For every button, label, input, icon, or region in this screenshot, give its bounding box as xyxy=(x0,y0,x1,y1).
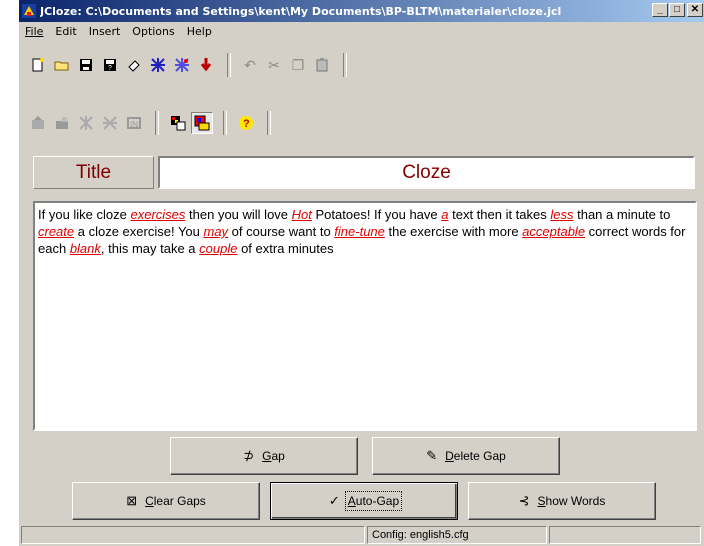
clear-gaps-button[interactable]: ⊠ Clear Gaps xyxy=(72,482,260,520)
menu-bar: File Edit Insert Options Help xyxy=(19,22,704,41)
magic-wand-icon: ✓ xyxy=(328,493,340,508)
auto-gap-button[interactable]: ✓ Auto-Gap xyxy=(270,482,458,520)
text-segment: If you like cloze xyxy=(38,207,131,222)
text-segment: then you will love xyxy=(185,207,292,222)
eraser-pencil-icon: ✎ xyxy=(426,448,438,463)
menu-help[interactable]: Help xyxy=(181,25,218,38)
toolbar-separator xyxy=(223,111,227,135)
title-bar[interactable]: JCloze: C:\Documents and Settings\kent\M… xyxy=(19,0,704,22)
menu-file[interactable]: File xyxy=(19,25,49,38)
status-panel-config: Config: english5.cfg xyxy=(367,526,547,544)
text-segment: the exercise with more xyxy=(384,224,523,239)
screen-icon[interactable] xyxy=(191,112,213,134)
cloze-text-editor[interactable]: If you like cloze exercises then you wil… xyxy=(33,201,697,431)
config-icon[interactable] xyxy=(167,112,189,134)
open-folder-icon[interactable] xyxy=(51,54,73,76)
toolbar-separator xyxy=(343,53,347,77)
text-segment: than a minute to xyxy=(573,207,671,222)
gap-word[interactable]: blank xyxy=(70,241,101,256)
show-words-button-label: Show Words xyxy=(537,494,606,508)
gap-icon: ⊅ xyxy=(243,448,255,463)
toolbar-separator xyxy=(155,111,159,135)
menu-options[interactable]: Options xyxy=(126,25,180,38)
gap-word[interactable]: couple xyxy=(199,241,237,256)
close-button[interactable]: ✕ xyxy=(687,3,703,17)
svg-text:?: ? xyxy=(108,65,112,72)
clear-gaps-button-label: Clear Gaps xyxy=(145,494,206,508)
menu-file-mnemonic: File xyxy=(25,25,44,38)
delete-gap-button-label: Delete Gap xyxy=(445,449,506,463)
gap-button-label: Gap xyxy=(262,449,285,463)
cut-icon[interactable]: ✂ xyxy=(263,54,285,76)
gap-word[interactable]: acceptable xyxy=(522,224,585,239)
gap-word[interactable]: less xyxy=(550,207,573,222)
status-bar: Config: english5.cfg xyxy=(19,526,704,546)
text-segment: of extra minutes xyxy=(237,241,334,256)
save-icon[interactable] xyxy=(75,54,97,76)
gap-tool-icon[interactable] xyxy=(27,112,49,134)
hint-tool-icon[interactable] xyxy=(99,112,121,134)
background-strip xyxy=(0,0,18,546)
text-segment: a cloze exercise! You xyxy=(74,224,204,239)
text-segment: of course want to xyxy=(228,224,335,239)
maximize-button[interactable]: □ xyxy=(669,3,685,17)
svg-text:IN: IN xyxy=(130,120,138,129)
gap-word[interactable]: exercises xyxy=(131,207,186,222)
undo-icon[interactable]: ↶ xyxy=(239,54,261,76)
main-toolbar: ? ↶ ✂ ❐ xyxy=(19,45,704,85)
clue-tool-icon[interactable]: IN xyxy=(123,112,145,134)
web-export2-icon[interactable] xyxy=(171,54,193,76)
delete-gap-button[interactable]: ✎ Delete Gap xyxy=(372,437,560,475)
auto-gap-button-label: Auto-Gap xyxy=(344,491,403,511)
show-words-icon: ⊰ xyxy=(518,493,530,508)
jcloze-app-icon xyxy=(21,3,37,19)
web-export-icon[interactable] xyxy=(147,54,169,76)
toolbar-separator xyxy=(227,53,231,77)
jcloze-window: JCloze: C:\Documents and Settings\kent\M… xyxy=(18,0,704,546)
copy-icon[interactable]: ❐ xyxy=(287,54,309,76)
title-input[interactable]: Cloze xyxy=(158,156,695,189)
gap-word[interactable]: create xyxy=(38,224,74,239)
gap-button[interactable]: ⊅ Gap xyxy=(170,437,358,475)
status-panel-1 xyxy=(21,526,365,544)
help-icon[interactable]: ? xyxy=(235,112,257,134)
window-title: JCloze: C:\Documents and Settings\kent\M… xyxy=(40,4,562,18)
gap-word[interactable]: may xyxy=(204,224,229,239)
text-segment: , this may take a xyxy=(100,241,200,256)
alternate-tool-icon[interactable] xyxy=(75,112,97,134)
show-words-button[interactable]: ⊰ Show Words xyxy=(468,482,656,520)
minimize-button[interactable]: _ xyxy=(652,3,668,17)
status-panel-3 xyxy=(549,526,701,544)
menu-edit[interactable]: Edit xyxy=(49,25,82,38)
toolbar-separator xyxy=(267,111,271,135)
eraser-icon[interactable] xyxy=(123,54,145,76)
text-segment: text then it takes xyxy=(448,207,551,222)
save-as-icon[interactable]: ? xyxy=(99,54,121,76)
secondary-toolbar: IN ? xyxy=(19,103,704,143)
gap-word[interactable]: fine-tune xyxy=(334,224,385,239)
svg-text:?: ? xyxy=(243,118,250,130)
paste-icon[interactable] xyxy=(311,54,333,76)
add-tool-icon[interactable] xyxy=(51,112,73,134)
export-arrow-icon[interactable] xyxy=(195,54,217,76)
title-label: Title xyxy=(33,156,154,189)
clear-gaps-icon: ⊠ xyxy=(126,493,138,508)
menu-insert[interactable]: Insert xyxy=(83,25,127,38)
text-segment: Potatoes! If you have xyxy=(311,207,442,222)
new-file-icon[interactable] xyxy=(27,54,49,76)
gap-word[interactable]: Hot xyxy=(292,207,312,222)
